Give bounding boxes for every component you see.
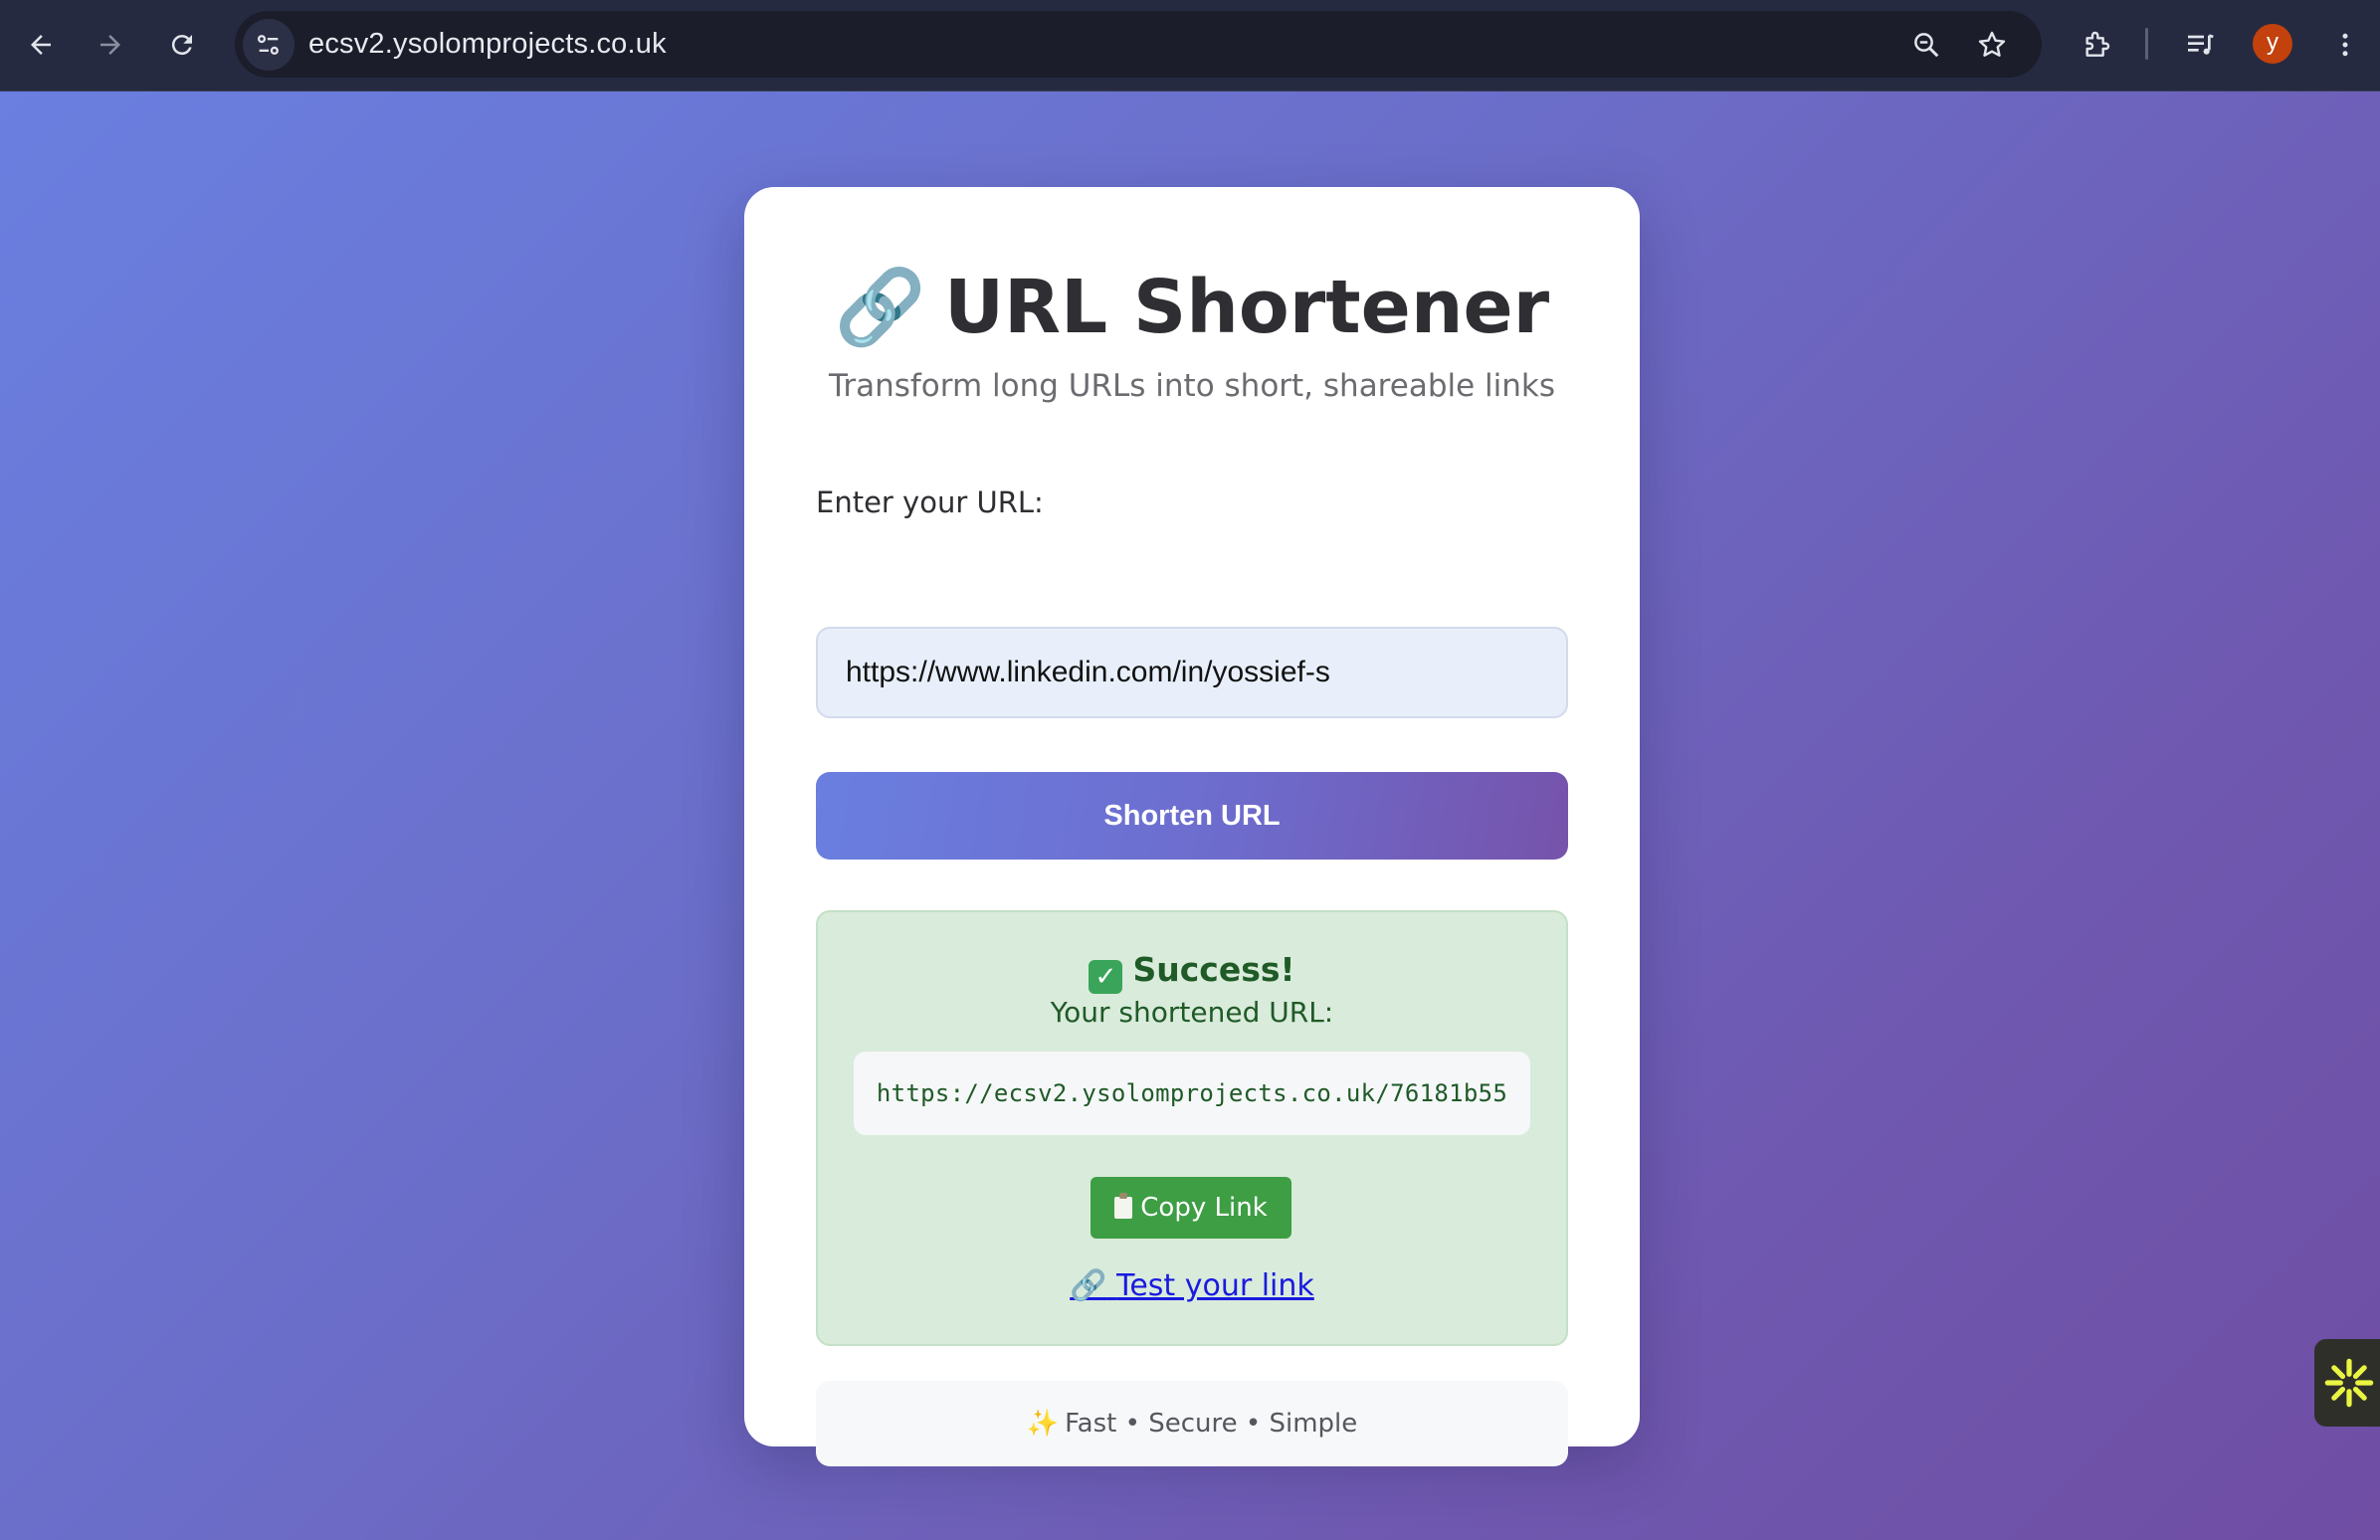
bookmark-star-icon [1978, 31, 2006, 57]
url-input-wrapper [816, 627, 1568, 718]
success-subheading: Your shortened URL: [1050, 996, 1334, 1029]
page-subtitle: Transform long URLs into short, shareabl… [828, 368, 1556, 404]
title-text: URL Shortener [943, 265, 1550, 350]
test-link-icon: 🔗 [1070, 1268, 1107, 1303]
test-link-row: 🔗 Test your link [818, 1268, 1566, 1303]
media-queue-button[interactable] [2169, 14, 2231, 76]
bookmark-button[interactable] [1966, 19, 2018, 71]
url-text[interactable]: ecsv2.ysolomprojects.co.uk [308, 11, 667, 78]
site-info-icon [257, 35, 279, 55]
browser-toolbar: ecsv2.ysolomprojects.co.uk y [0, 0, 2380, 92]
success-panel: ✓ Success! Your shortened URL: https://ec… [816, 910, 1568, 1346]
more-menu-icon [2342, 33, 2348, 57]
asterisk-burst-icon [2324, 1358, 2374, 1408]
reload-button[interactable] [151, 14, 213, 76]
media-queue-icon [2188, 34, 2214, 55]
link-icon: 🔗 [834, 265, 926, 350]
forward-arrow-icon [100, 35, 120, 55]
shortener-card: 🔗 URL Shortener Transform long URLs into … [744, 187, 1640, 1466]
success-heading: ✓ Success! [818, 950, 1566, 994]
forward-button[interactable] [80, 14, 141, 76]
address-bar[interactable]: ecsv2.ysolomprojects.co.uk [235, 11, 2042, 78]
url-input[interactable] [816, 627, 1568, 718]
copy-link-button[interactable]: Copy Link [1091, 1177, 1291, 1239]
back-arrow-icon [31, 35, 51, 55]
toolbar-divider [2145, 28, 2148, 60]
site-info-button[interactable] [243, 19, 295, 71]
check-mark-icon: ✓ [1089, 960, 1123, 994]
sparkle-icon: ✨ [1026, 1409, 1060, 1439]
zoom-icon [1914, 33, 1939, 58]
clipboard-icon [1114, 1193, 1133, 1219]
url-input-label: Enter your URL: [816, 485, 1044, 519]
test-your-link[interactable]: 🔗 Test your link [1070, 1268, 1314, 1303]
extensions-icon [2085, 31, 2110, 57]
shorten-url-button[interactable]: Shorten URL [816, 772, 1568, 860]
back-button[interactable] [10, 14, 72, 76]
floating-assistant-button[interactable] [2314, 1339, 2380, 1427]
zoom-button[interactable] [1900, 19, 1952, 71]
footer-text: Fast • Secure • Simple [1065, 1409, 1358, 1439]
success-heading-text: Success! [1132, 950, 1295, 989]
page-title: 🔗 URL Shortener [744, 265, 1640, 351]
extensions-button[interactable] [2066, 14, 2127, 76]
test-link-text: Test your link [1116, 1268, 1314, 1303]
copy-link-label: Copy Link [1140, 1193, 1268, 1223]
page-background: 🔗 URL Shortener Transform long URLs into … [0, 92, 2380, 1540]
feature-footer: ✨ Fast • Secure • Simple [816, 1381, 1568, 1466]
reload-icon [171, 35, 192, 56]
short-url-display[interactable]: https://ecsv2.ysolomprojects.co.uk/76181… [854, 1052, 1530, 1135]
more-menu-button[interactable] [2314, 14, 2376, 76]
profile-avatar[interactable]: y [2253, 24, 2292, 64]
